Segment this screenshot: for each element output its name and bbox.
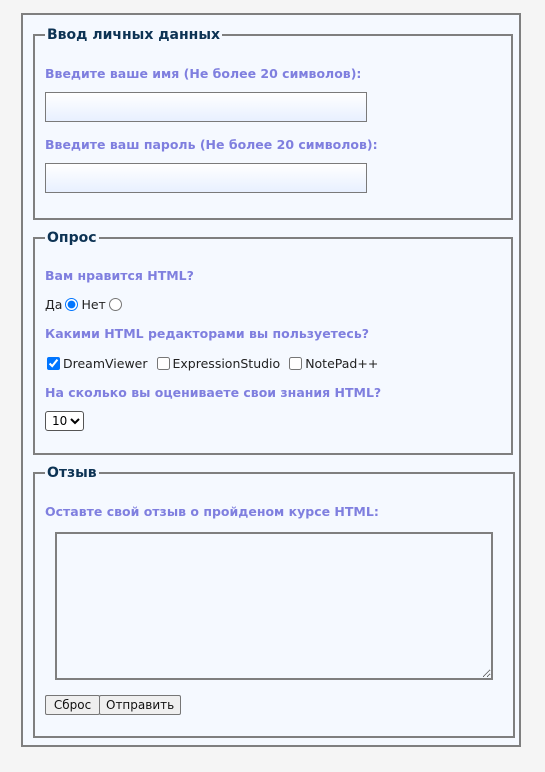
feedback-label: Оставте свой отзыв о пройденом курсе HTM…: [45, 504, 379, 519]
survey-fieldset: Опрос: [33, 231, 513, 455]
checkbox-notepad[interactable]: [289, 357, 303, 370]
personal-data-legend: Ввод личных данных: [47, 27, 221, 43]
rating-question: На сколько вы оцениваете свои знания HTM…: [45, 385, 382, 400]
like-html-question: Вам нравится HTML?: [45, 268, 194, 283]
checkbox-expressionstudio[interactable]: [156, 357, 170, 370]
radio-yes-label: Да: [45, 297, 63, 312]
feedback-textarea[interactable]: [55, 532, 493, 680]
checkbox-notepad-label: NotePad++: [305, 356, 379, 371]
survey-legend: Опрос: [47, 230, 97, 246]
checkbox-dreamviewer-label: DreamViewer: [63, 356, 148, 371]
name-label: Введите ваше имя (Не более 20 символов):: [45, 66, 362, 81]
editors-options: DreamViewer ExpressionStudio NotePad++: [47, 356, 378, 371]
submit-button[interactable]: Отправить: [99, 695, 181, 715]
checkbox-dreamviewer[interactable]: [47, 357, 60, 370]
radio-no[interactable]: [108, 298, 122, 311]
checkbox-expressionstudio-label: ExpressionStudio: [172, 356, 281, 371]
feedback-legend: Отзыв: [47, 465, 97, 481]
like-html-options: Да Нет: [45, 297, 125, 312]
password-input[interactable]: [45, 163, 367, 193]
radio-yes[interactable]: [65, 298, 79, 311]
radio-no-label: Нет: [81, 297, 106, 312]
name-input[interactable]: [45, 92, 367, 122]
rating-select[interactable]: 10: [45, 411, 84, 431]
password-label: Введите ваш пароль (Не более 20 символов…: [45, 137, 378, 152]
editors-question: Какими HTML редакторами вы пользуетесь?: [45, 326, 369, 341]
reset-button[interactable]: Сброс: [45, 695, 100, 715]
survey-form: Ввод личных данных Введите ваше имя (Не …: [21, 13, 521, 747]
